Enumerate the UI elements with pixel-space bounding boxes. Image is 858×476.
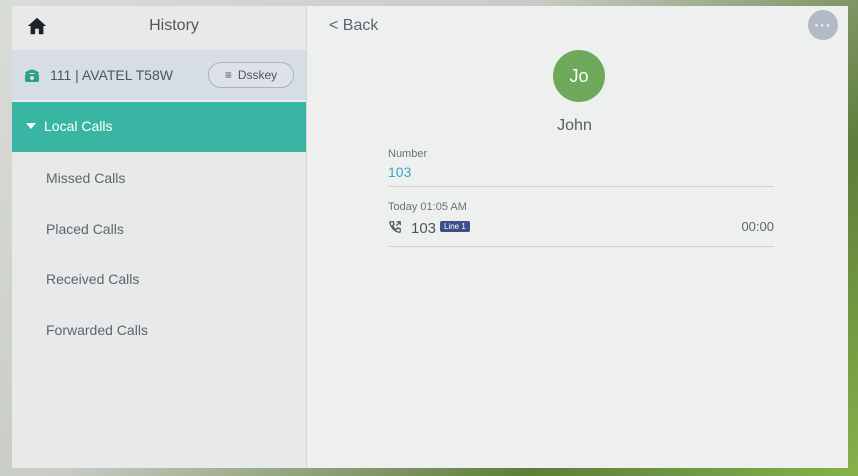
phone-screen: History 111 | AVATEL T58W ≡ Dsskey Local… xyxy=(12,6,848,468)
triangle-down-icon xyxy=(26,123,36,129)
back-button[interactable]: < Back xyxy=(329,17,378,35)
dsskey-button[interactable]: ≡ Dsskey xyxy=(208,62,294,88)
account-label: 111 | AVATEL T58W xyxy=(50,67,173,83)
more-icon[interactable]: ··· xyxy=(808,10,838,40)
number-label: Number xyxy=(388,148,428,160)
line-badge: Line 1 xyxy=(440,221,470,232)
contact-name: John xyxy=(307,117,848,135)
divider xyxy=(388,186,774,187)
call-time: Today 01:05 AM xyxy=(388,201,467,213)
call-detail-panel: < Back ··· Jo John Number 103 Today 01:0… xyxy=(307,6,848,468)
sidebar-item-label: Missed Calls xyxy=(46,170,126,186)
avatar: Jo xyxy=(553,50,605,102)
outgoing-call-icon xyxy=(389,221,401,233)
sidebar-header: History xyxy=(12,6,306,48)
sidebar-item-label: Placed Calls xyxy=(46,221,124,237)
sidebar-item-received-calls[interactable]: Received Calls xyxy=(12,255,306,305)
menu-icon: ≡ xyxy=(224,68,232,82)
sidebar-item-label: Forwarded Calls xyxy=(46,322,148,338)
sidebar-item-missed-calls[interactable]: Missed Calls xyxy=(12,154,306,204)
sidebar-item-forwarded-calls[interactable]: Forwarded Calls xyxy=(12,306,306,356)
local-calls-group[interactable]: Local Calls xyxy=(12,102,306,152)
contact-name-text: John xyxy=(557,117,592,134)
number-value[interactable]: 103 xyxy=(388,164,411,180)
divider xyxy=(388,246,774,247)
sidebar-item-label: Received Calls xyxy=(46,271,140,287)
sidebar-item-placed-calls[interactable]: Placed Calls xyxy=(12,205,306,255)
call-duration: 00:00 xyxy=(741,219,774,234)
dsskey-label: Dsskey xyxy=(237,68,278,82)
account-row[interactable]: 111 | AVATEL T58W ≡ Dsskey xyxy=(12,50,306,100)
sidebar: History 111 | AVATEL T58W ≡ Dsskey Local… xyxy=(12,6,307,468)
phone-icon xyxy=(25,69,39,82)
page-title: History xyxy=(149,17,199,34)
local-calls-label: Local Calls xyxy=(44,118,113,134)
call-number: 103 xyxy=(411,220,437,237)
